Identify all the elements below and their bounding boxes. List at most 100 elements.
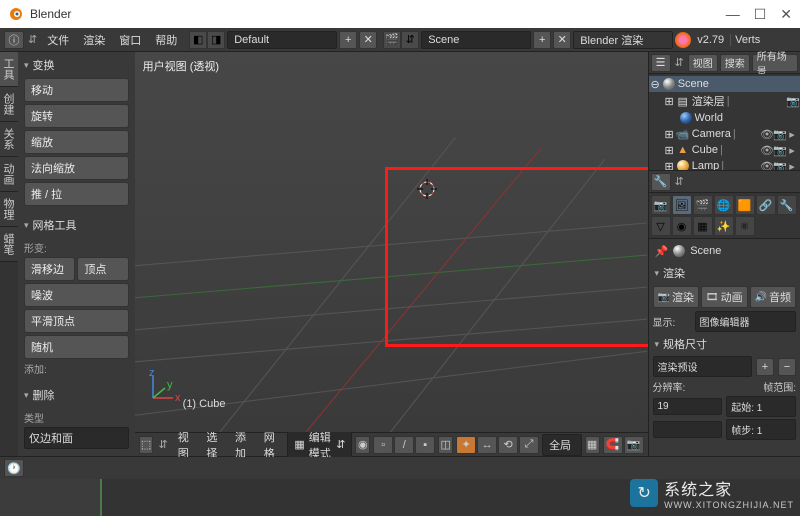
view-menu[interactable]: 视图 [173, 429, 199, 461]
tab-physics-icon[interactable]: ⚛ [735, 216, 755, 236]
info-editor-icon[interactable]: ⓘ [4, 31, 24, 49]
tab-relations[interactable]: 关系 [0, 122, 18, 157]
tab-modifiers-icon[interactable]: 🔧 [777, 195, 797, 215]
audio-button[interactable]: 🔊音频 [750, 286, 797, 308]
frame-start-field[interactable]: 起始: 1 [726, 396, 796, 417]
render-preview-icon[interactable]: 📷 [624, 436, 644, 454]
timeline-playhead[interactable] [100, 479, 102, 516]
render-preset-dropdown[interactable]: 渲染预设 [653, 356, 753, 377]
scene-browse[interactable]: 🎬 ⇵ [383, 31, 419, 49]
push-pull-button[interactable]: 推 / 拉 [24, 182, 129, 206]
tab-constraints-icon[interactable]: 🔗 [756, 195, 776, 215]
frame-step-field[interactable]: 帧步: 1 [726, 419, 796, 440]
eye-icon[interactable]: 👁 [760, 160, 772, 172]
screen-layout-dropdown[interactable]: Default [227, 31, 337, 49]
tab-render-layers-icon[interactable]: 🖼 [672, 195, 692, 215]
timeline-editor-icon[interactable]: 🕐 [4, 459, 24, 477]
delete-header[interactable]: 删除 [20, 384, 133, 406]
disclosure-icon[interactable]: ⊞ [665, 95, 674, 108]
minimize-button[interactable]: — [726, 6, 740, 23]
edge-select-icon[interactable]: / [394, 436, 414, 454]
render-engine-dropdown[interactable]: Blender 渲染 [573, 31, 673, 49]
tab-data-icon[interactable]: ▽ [651, 216, 671, 236]
smooth-vertex-button[interactable]: 平滑顶点 [24, 309, 129, 333]
manipulator-rotate-icon[interactable]: ⟲ [498, 436, 518, 454]
menu-render[interactable]: 渲染 [77, 32, 111, 48]
tab-create[interactable]: 创建 [0, 87, 18, 122]
outliner-item-camera[interactable]: ⊞ 📹 Camera | 👁📷▸ [649, 126, 800, 142]
tab-render-icon[interactable]: 📷 [651, 195, 671, 215]
tab-material-icon[interactable]: ◉ [672, 216, 692, 236]
outliner-view-menu[interactable]: 视图 [688, 54, 718, 72]
vertex-button[interactable]: 顶点 [77, 257, 128, 281]
mesh-tools-header[interactable]: 网格工具 [20, 214, 133, 236]
rotate-button[interactable]: 旋转 [24, 104, 129, 128]
translate-button[interactable]: 移动 [24, 78, 129, 102]
animation-button[interactable]: 🎞动画 [701, 286, 748, 308]
res-y-field[interactable] [653, 421, 723, 438]
remove-preset-button[interactable]: − [778, 358, 796, 376]
layout-next-icon[interactable]: ◨ [207, 31, 225, 49]
eye-icon[interactable]: 👁 [760, 144, 772, 157]
restrict-render-icon[interactable]: 📷 [786, 95, 798, 108]
render-section-header[interactable]: 渲染 [653, 263, 797, 283]
scale-button[interactable]: 缩放 [24, 130, 129, 154]
outliner-item-world[interactable]: World [649, 110, 800, 126]
menu-window[interactable]: 窗口 [113, 32, 147, 48]
tab-physics[interactable]: 物理 [0, 192, 18, 227]
manipulator-scale-icon[interactable]: ⤢ [519, 436, 539, 454]
tab-world-icon[interactable]: 🌐 [714, 195, 734, 215]
add-menu[interactable]: 添加 [230, 429, 256, 461]
orientation-dropdown[interactable]: 全局 [542, 434, 582, 456]
manipulator-translate-icon[interactable]: ↔ [477, 436, 497, 454]
outliner-search-menu[interactable]: 搜索 [720, 54, 750, 72]
disclosure-icon[interactable]: ⊖ [651, 78, 660, 91]
outliner-item-renderlayers[interactable]: ⊞ ▤ 渲染层 | 📷 [649, 92, 800, 110]
add-preset-button[interactable]: + [756, 358, 774, 376]
display-mode-icon[interactable]: ◉ [355, 436, 370, 454]
restrict-render-icon[interactable]: 📷 [773, 144, 785, 157]
cursor-icon[interactable]: ▸ [786, 128, 798, 141]
outliner-item-cube[interactable]: ⊞ ▲ Cube | 👁📷▸ [649, 142, 800, 158]
random-button[interactable]: 随机 [24, 335, 129, 359]
eye-icon[interactable]: 👁 [760, 128, 772, 141]
select-menu[interactable]: 选择 [201, 429, 227, 461]
restrict-render-icon[interactable]: 📷 [773, 128, 785, 141]
tab-grease[interactable]: 蜡笔 [0, 227, 18, 262]
delete-layout-button[interactable]: ✕ [359, 31, 377, 49]
delete-scene-button[interactable]: ✕ [553, 31, 571, 49]
layout-switcher[interactable]: ◧ ◨ [189, 31, 225, 49]
res-x-field[interactable]: 19 [653, 398, 723, 415]
tab-texture-icon[interactable]: ▦ [693, 216, 713, 236]
3d-viewport[interactable]: 用户视图 (透视) [135, 52, 648, 432]
cursor-icon[interactable]: ▸ [786, 160, 798, 172]
add-layout-button[interactable]: + [339, 31, 357, 49]
layers-icon[interactable]: ▦ [585, 436, 600, 454]
menu-help[interactable]: 帮助 [149, 32, 183, 48]
limit-selection-icon[interactable]: ◫ [438, 436, 453, 454]
disclosure-icon[interactable]: ⊞ [665, 128, 674, 141]
outliner[interactable]: ⊖ Scene ⊞ ▤ 渲染层 | 📷 World ⊞ 📹 Camera | [649, 74, 800, 171]
restrict-render-icon[interactable]: 📷 [773, 160, 785, 172]
tab-particles-icon[interactable]: ✨ [714, 216, 734, 236]
tab-scene-icon[interactable]: 🎬 [693, 195, 713, 215]
disclosure-icon[interactable]: ⊞ [665, 144, 674, 157]
maximize-button[interactable]: ☐ [754, 6, 767, 23]
snap-icon[interactable]: 🧲 [603, 436, 623, 454]
transform-header[interactable]: 变换 [20, 54, 133, 76]
outliner-editor-icon[interactable]: ☰ [651, 54, 671, 72]
edge-slide-button[interactable]: 滑移边 [24, 257, 75, 281]
scene-chev-icon[interactable]: ⇵ [401, 31, 419, 49]
outliner-filter-dropdown[interactable]: 所有场景 [752, 54, 798, 72]
tab-object-icon[interactable]: 🟧 [735, 195, 755, 215]
display-dropdown[interactable]: 图像编辑器 [695, 311, 797, 332]
mesh-menu[interactable]: 网格 [259, 429, 285, 461]
delete-type-dropdown[interactable]: 仅边和面 [24, 427, 129, 449]
noise-button[interactable]: 噪波 [24, 283, 129, 307]
editor-type-icon[interactable]: ⬚ [139, 436, 154, 454]
tab-tools[interactable]: 工具 [0, 52, 18, 87]
pin-icon[interactable]: 📌 [655, 245, 669, 258]
add-scene-button[interactable]: + [533, 31, 551, 49]
layout-prev-icon[interactable]: ◧ [189, 31, 207, 49]
cursor-icon[interactable]: ▸ [786, 144, 798, 157]
